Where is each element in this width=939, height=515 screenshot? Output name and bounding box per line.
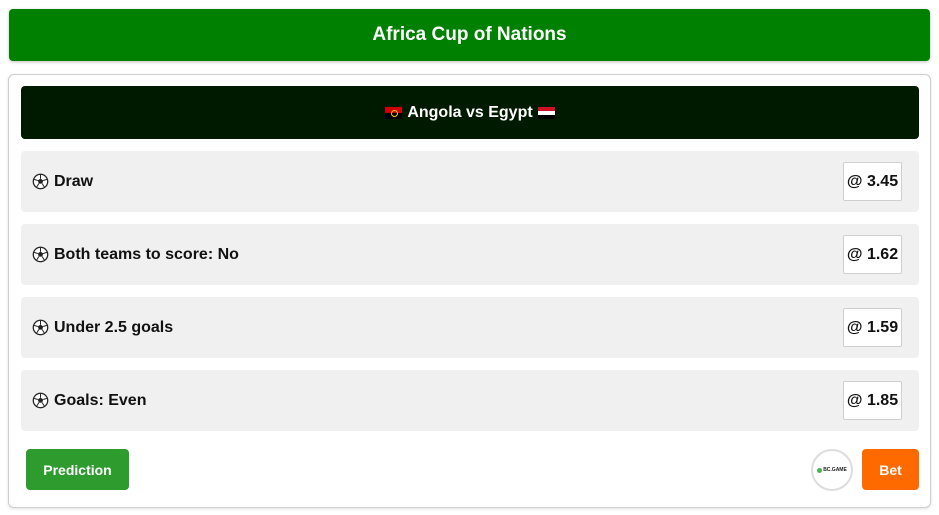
prediction-button[interactable]: Prediction [26, 449, 129, 490]
soccer-ball-icon [32, 246, 49, 263]
odds-value: @ 1.59 [843, 308, 902, 347]
soccer-ball-icon [32, 392, 49, 409]
odds-value: @ 1.62 [843, 235, 902, 274]
angola-flag-icon [385, 106, 403, 119]
odds-value: @ 3.45 [843, 162, 902, 201]
tip-label: Both teams to score: No [54, 245, 239, 263]
tip-label: Under 2.5 goals [54, 318, 174, 336]
tip-row-goals-even: Goals: Even @ 1.85 [21, 370, 919, 431]
odds-value: @ 1.85 [843, 381, 902, 420]
match-title-bar: Angola vs Egypt [21, 86, 919, 139]
tip-label: Draw [54, 172, 94, 190]
sponsor-logo-text: BC.GAME [823, 467, 847, 473]
egypt-flag-icon [537, 106, 555, 119]
page-header: Africa Cup of Nations [9, 9, 930, 61]
bet-button[interactable]: Bet [862, 449, 919, 490]
bc-game-logo-icon [817, 467, 823, 473]
tip-label: Goals: Even [54, 391, 147, 409]
match-card: Angola vs Egypt Draw @ 3.45 Both teams t… [8, 74, 931, 508]
tip-row-draw: Draw @ 3.45 [21, 151, 919, 212]
tip-row-btts: Both teams to score: No @ 1.62 [21, 224, 919, 285]
page-title: Africa Cup of Nations [372, 24, 567, 45]
sponsor-logo[interactable]: BC.GAME [811, 449, 853, 491]
soccer-ball-icon [32, 319, 49, 336]
soccer-ball-icon [32, 173, 49, 190]
match-title: Angola vs Egypt [407, 103, 533, 121]
tip-row-under-goals: Under 2.5 goals @ 1.59 [21, 297, 919, 358]
